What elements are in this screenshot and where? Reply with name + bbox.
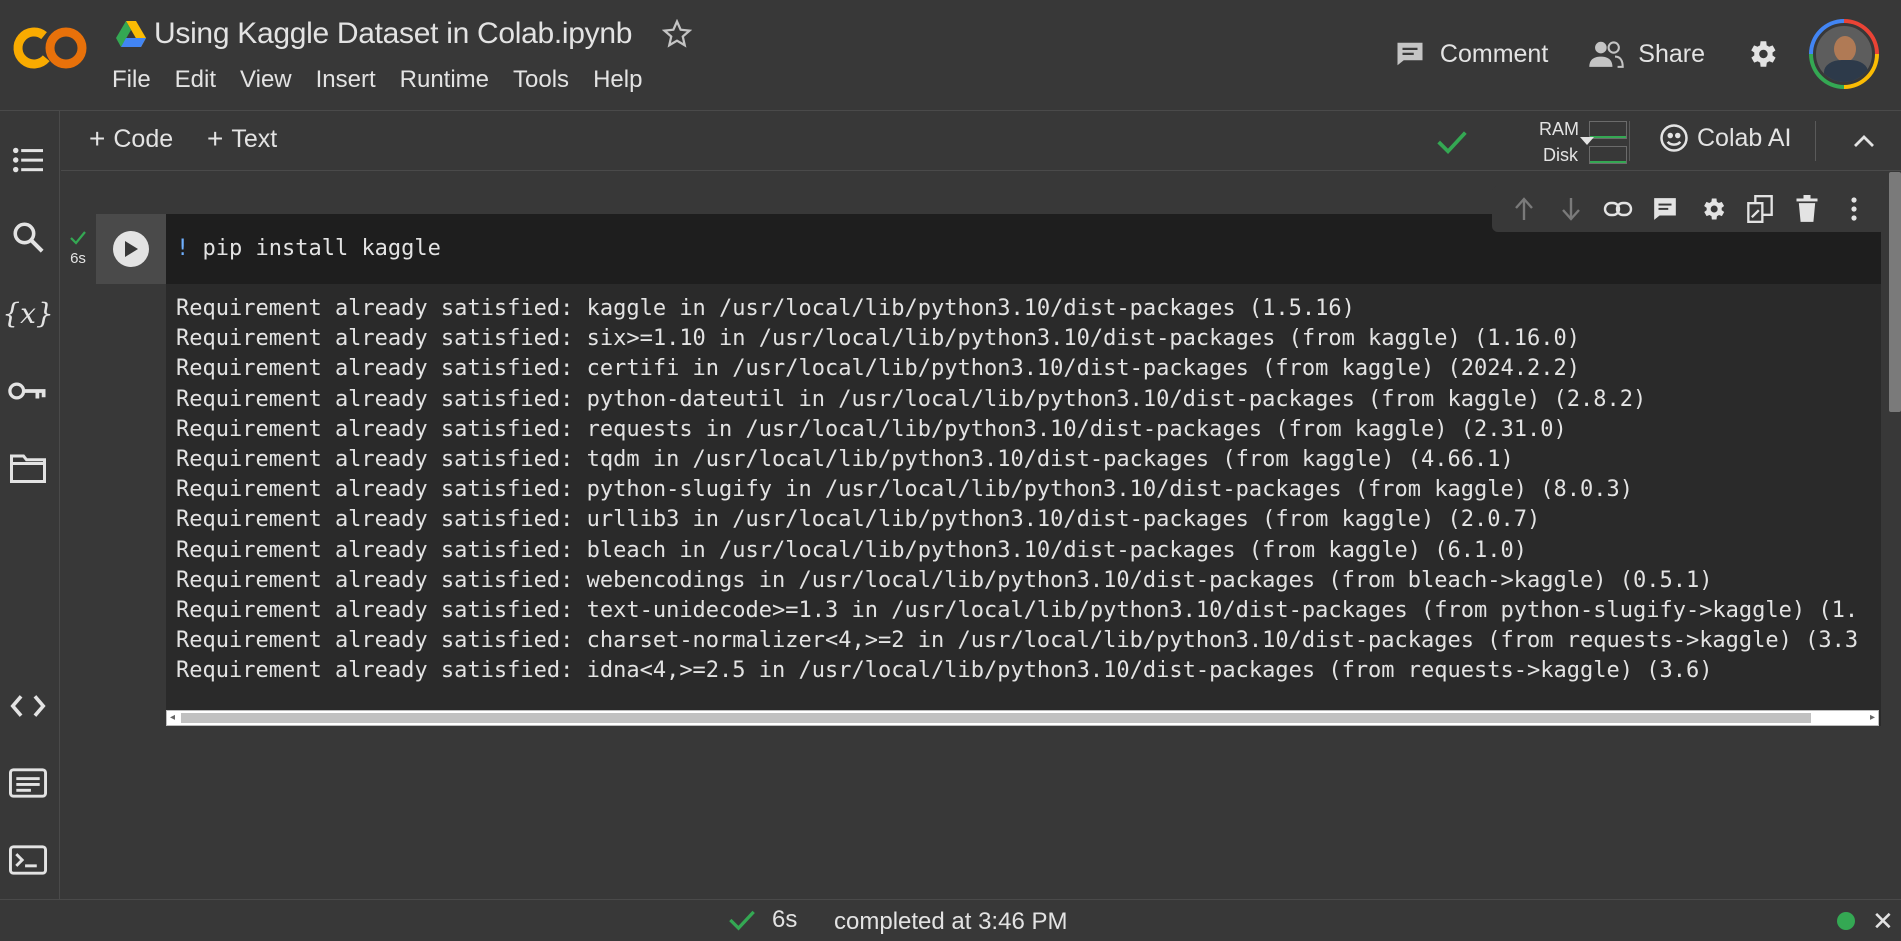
notebook-vertical-scrollbar[interactable] <box>1889 172 1901 412</box>
code-content: pip install kaggle <box>202 236 441 261</box>
share-label: Share <box>1638 39 1705 68</box>
output-line: Requirement already satisfied: webencodi… <box>176 567 1713 593</box>
menu-edit[interactable]: Edit <box>163 64 228 96</box>
play-icon <box>125 241 138 257</box>
colab-ai-button[interactable]: Colab AI <box>1659 123 1792 153</box>
status-bar: 6s completed at 3:46 PM ✕ <box>0 899 1901 941</box>
output-line: Requirement already satisfied: idna<4,>=… <box>176 658 1713 684</box>
output-line: Requirement already satisfied: tqdm in /… <box>176 447 1514 473</box>
people-icon <box>1589 41 1625 68</box>
output-horizontal-scrollbar[interactable]: ◂ ▸ <box>166 710 1879 726</box>
output-line: Requirement already satisfied: kaggle in… <box>176 296 1355 321</box>
add-code-label: Code <box>113 124 174 153</box>
run-gutter <box>96 214 166 284</box>
variables-icon[interactable]: {x} <box>2 293 53 333</box>
cell-toolbar <box>1492 186 1886 232</box>
collapse-header-icon[interactable] <box>1852 133 1876 149</box>
output-line: Requirement already satisfied: python-sl… <box>176 477 1633 503</box>
left-sidebar: {x} <box>0 111 60 899</box>
connection-status-dot <box>1837 912 1855 930</box>
menu-bar: File Edit View Insert Runtime Tools Help <box>100 64 654 96</box>
add-text-label: Text <box>231 124 278 153</box>
menu-insert[interactable]: Insert <box>304 64 388 96</box>
colab-app: Using Kaggle Dataset in Colab.ipynb File… <box>0 0 1901 941</box>
resources-indicator[interactable]: RAM Disk <box>1495 115 1635 167</box>
output-line: Requirement already satisfied: bleach in… <box>176 537 1528 563</box>
mirror-cell-icon[interactable] <box>1744 193 1776 225</box>
add-code-button[interactable]: + Code <box>89 123 173 155</box>
code-line[interactable]: ! pip install kaggle <box>176 236 441 261</box>
output-line: Requirement already satisfied: python-da… <box>176 386 1647 412</box>
search-icon[interactable] <box>8 217 48 257</box>
user-avatar[interactable] <box>1809 19 1879 89</box>
menu-file[interactable]: File <box>100 64 163 96</box>
plus-icon: + <box>207 123 224 154</box>
scrollbar-thumb[interactable] <box>181 713 1811 723</box>
more-vert-icon[interactable] <box>1838 193 1870 225</box>
gear-icon[interactable] <box>1745 37 1779 71</box>
folder-icon[interactable] <box>8 448 48 488</box>
disk-usage-bar <box>1589 146 1627 164</box>
table-of-contents-icon[interactable] <box>8 140 48 180</box>
title-row: Using Kaggle Dataset in Colab.ipynb <box>116 14 693 54</box>
link-icon[interactable] <box>1602 193 1634 225</box>
output-line: Requirement already satisfied: urllib3 i… <box>176 507 1541 533</box>
cell-execution-status: 6s <box>66 230 90 267</box>
scroll-left-icon[interactable]: ◂ <box>170 712 175 723</box>
star-icon[interactable] <box>662 19 693 49</box>
output-line: Requirement already satisfied: charset-n… <box>176 628 1859 654</box>
colab-logo[interactable] <box>12 22 88 74</box>
status-exec-time: 6s <box>772 906 798 933</box>
notebook-toolbar: + Code + Text RAM Disk Colab AI <box>61 111 1901 171</box>
google-drive-icon <box>116 21 146 47</box>
check-icon <box>70 231 86 245</box>
add-text-button[interactable]: + Text <box>207 123 277 155</box>
delete-icon[interactable] <box>1791 193 1823 225</box>
close-icon[interactable]: ✕ <box>1872 906 1894 937</box>
output-line: Requirement already satisfied: six>=1.10… <box>176 326 1580 352</box>
plus-icon: + <box>89 123 106 154</box>
notebook-title[interactable]: Using Kaggle Dataset in Colab.ipynb <box>154 17 632 51</box>
command-palette-icon[interactable] <box>8 763 48 803</box>
avatar-photo <box>1813 23 1875 85</box>
menu-runtime[interactable]: Runtime <box>388 64 501 96</box>
ram-label: RAM <box>1539 119 1579 139</box>
output-line: Requirement already satisfied: text-unid… <box>176 598 1859 624</box>
move-down-icon[interactable] <box>1555 193 1587 225</box>
comment-label: Comment <box>1439 39 1549 68</box>
comment-button[interactable]: Comment <box>1394 39 1548 69</box>
terminal-icon[interactable] <box>8 840 48 880</box>
toolbar-divider <box>1815 121 1816 161</box>
run-cell-button[interactable] <box>113 231 149 267</box>
output-line: Requirement already satisfied: requests … <box>176 416 1567 442</box>
disk-label: Disk <box>1543 145 1578 165</box>
status-completed-text[interactable]: completed at 3:46 PM <box>834 908 1067 936</box>
menu-tools[interactable]: Tools <box>501 64 581 96</box>
cell-exec-time: 6s <box>70 250 86 267</box>
scroll-right-icon[interactable]: ▸ <box>1870 712 1875 723</box>
gear-icon[interactable] <box>1697 193 1729 225</box>
shell-prefix: ! <box>176 236 190 261</box>
connected-check-icon <box>1437 131 1467 155</box>
colab-ai-label: Colab AI <box>1697 123 1792 152</box>
menu-view[interactable]: View <box>228 64 304 96</box>
comment-icon <box>1397 42 1423 66</box>
check-icon <box>729 910 755 931</box>
comment-icon[interactable] <box>1649 193 1681 225</box>
colab-ai-icon <box>1660 124 1688 152</box>
toolbar-divider <box>1629 121 1630 161</box>
output-line: Requirement already satisfied: certifi i… <box>176 356 1580 382</box>
move-up-icon[interactable] <box>1508 193 1540 225</box>
code-snippets-icon[interactable] <box>8 686 48 726</box>
header: Using Kaggle Dataset in Colab.ipynb File… <box>0 0 1901 110</box>
output-lines: Requirement already satisfied: kaggle in… <box>176 294 1881 687</box>
cell-output: Requirement already satisfied: kaggle in… <box>166 284 1881 726</box>
code-cell[interactable]: ! pip install kaggle Requirement already… <box>96 214 1881 726</box>
runtime-dropdown-icon[interactable] <box>1578 135 1596 147</box>
menu-help[interactable]: Help <box>581 64 654 96</box>
key-icon[interactable] <box>8 371 48 411</box>
header-actions: Comment Share <box>1394 14 1901 94</box>
share-button[interactable]: Share <box>1588 39 1705 69</box>
